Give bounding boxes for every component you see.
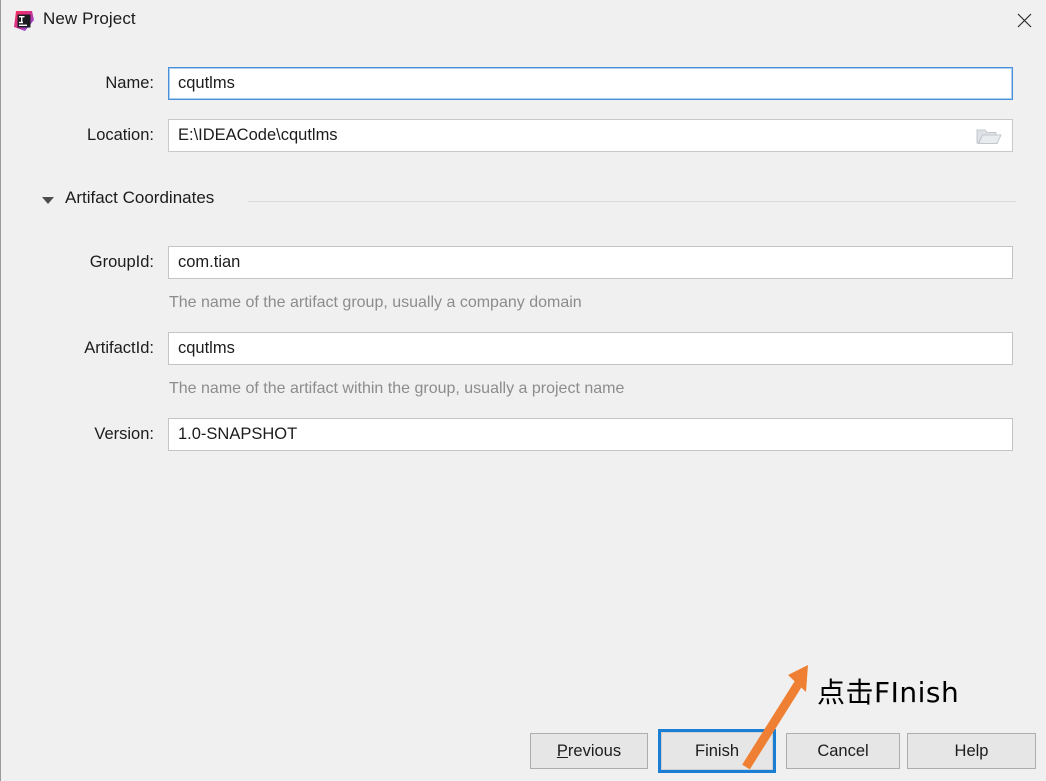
section-divider	[248, 201, 1016, 202]
triangle-down-icon[interactable]	[42, 197, 54, 204]
artifactid-hint: The name of the artifact within the grou…	[169, 380, 625, 397]
intellij-idea-icon	[13, 10, 35, 32]
finish-button[interactable]: Finish	[658, 729, 776, 773]
cancel-button[interactable]: Cancel	[786, 733, 900, 769]
finish-button-inner: Finish	[661, 732, 773, 770]
artifactid-label: ArtifactId:	[84, 339, 154, 357]
artifact-coordinates-title: Artifact Coordinates	[65, 188, 215, 207]
annotation-text: 点击FInish	[817, 676, 960, 709]
folder-open-icon[interactable]	[969, 122, 1009, 149]
new-project-dialog: New Project Name: Location: Artifact Coo…	[0, 0, 1046, 781]
finish-button-mnemonic: F	[694, 741, 706, 760]
name-label: Name:	[105, 74, 154, 92]
window-title: New Project	[43, 9, 136, 28]
artifact-coordinates-section-header[interactable]: Artifact Coordinates	[36, 188, 1016, 214]
finish-button-label: inish	[705, 741, 740, 760]
previous-button-mnemonic: P	[556, 741, 568, 760]
location-input[interactable]	[168, 119, 1013, 152]
version-input[interactable]	[168, 418, 1013, 451]
version-label: Version:	[94, 425, 154, 443]
close-icon[interactable]	[1001, 0, 1046, 40]
help-button[interactable]: Help	[907, 733, 1036, 769]
name-input[interactable]	[168, 67, 1013, 100]
artifactid-input[interactable]	[168, 332, 1013, 365]
cancel-button-label: Cancel	[817, 741, 869, 760]
previous-button-label: revious	[567, 741, 622, 760]
previous-button[interactable]: Previous	[530, 733, 648, 769]
groupid-hint: The name of the artifact group, usually …	[169, 294, 582, 311]
groupid-input[interactable]	[168, 246, 1013, 279]
location-label: Location:	[87, 126, 154, 144]
help-button-label: Help	[954, 741, 989, 760]
groupid-label: GroupId:	[89, 253, 154, 271]
title-bar: New Project	[1, 0, 1046, 42]
